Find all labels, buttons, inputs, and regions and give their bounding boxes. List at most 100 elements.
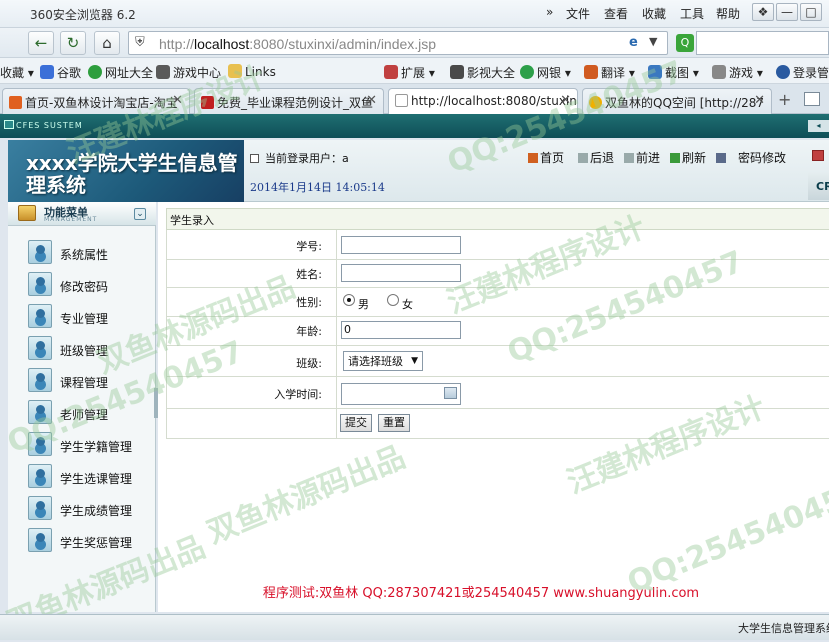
user-icon	[28, 400, 52, 424]
sidebar-item-student-status[interactable]: 学生学籍管理	[28, 432, 148, 456]
fav-item[interactable]: 影视大全	[450, 64, 515, 81]
close-icon[interactable]: ✕	[754, 93, 765, 108]
header-refresh-link[interactable]: 刷新	[670, 149, 706, 166]
browser-tab-active[interactable]: http://localhost:8080/stuxin ✕	[388, 88, 578, 114]
page-icon	[395, 94, 408, 107]
fav-item[interactable]: 网银 ▾	[520, 64, 571, 81]
gamepad-icon	[156, 65, 170, 79]
header-corner-tag: CR	[808, 172, 829, 200]
extension-icon	[384, 65, 398, 79]
home-icon[interactable]: ⌂	[94, 31, 120, 55]
browser-tab[interactable]: 免费_毕业课程范例设计_双鱼 ✕	[194, 88, 384, 114]
refresh-icon[interactable]: ↻	[60, 31, 86, 55]
system-label: CFES SUSTEM	[16, 121, 83, 130]
address-dropdown-icon[interactable]: ▼	[649, 35, 657, 48]
refresh-icon	[670, 153, 680, 163]
browser-nav-bar: ← ↻ ⌂ ⛨ http://localhost:8080/stuxinxi/a…	[0, 28, 829, 58]
fav-item[interactable]: 游戏中心	[156, 64, 221, 81]
menu-file[interactable]: 文件	[566, 5, 590, 22]
current-user: 当前登录用户：a	[250, 150, 349, 166]
search-input[interactable]	[696, 31, 829, 55]
menu-favorites[interactable]: 收藏	[642, 5, 666, 22]
calendar-icon[interactable]	[444, 387, 457, 399]
fav-item[interactable]: 翻译 ▾	[584, 64, 635, 81]
home-icon	[528, 153, 538, 163]
tab-favicon-icon	[201, 96, 214, 109]
address-bar[interactable]: ⛨ http://localhost:8080/stuxinxi/admin/i…	[128, 31, 668, 55]
user-icon	[28, 528, 52, 552]
status-text: 大学生信息管理系统	[738, 622, 829, 635]
menu-more[interactable]: »	[546, 5, 553, 19]
tab-favicon-icon	[9, 96, 22, 109]
age-input[interactable]: 0	[341, 321, 461, 339]
sidebar-item-course-selection[interactable]: 学生选课管理	[28, 464, 148, 488]
gender-female-label: 女	[402, 298, 413, 311]
class-label: 班级:	[296, 357, 322, 370]
user-icon	[28, 272, 52, 296]
sidebar-item-change-password[interactable]: 修改密码	[28, 272, 148, 296]
forward-icon	[624, 153, 634, 163]
favorites-bar: 收藏 ▾ 谷歌 网址大全 游戏中心 Links 扩展 ▾ 影视大全 网银 ▾ 翻…	[0, 58, 829, 84]
menu-tools[interactable]: 工具	[680, 5, 704, 22]
gender-female-radio[interactable]	[387, 294, 399, 306]
back-icon[interactable]: ←	[28, 31, 54, 55]
fav-item[interactable]: 谷歌	[40, 64, 81, 81]
maximize-button[interactable]: □	[800, 3, 822, 21]
close-icon[interactable]: ✕	[560, 93, 571, 108]
collapse-header-icon[interactable]: ◂	[808, 120, 829, 132]
sidebar-item-course[interactable]: 课程管理	[28, 368, 148, 392]
logout-icon[interactable]	[812, 150, 824, 161]
star-icon	[589, 96, 602, 109]
row-divider	[166, 259, 829, 260]
reset-button[interactable]: 重置	[378, 414, 410, 432]
browser-tab[interactable]: 双鱼林的QQ空间 [http://287 ✕	[582, 88, 772, 114]
fav-item[interactable]: 扩展 ▾	[384, 64, 435, 81]
search-engine-icon[interactable]: Q	[676, 34, 694, 52]
address-text[interactable]: http://localhost:8080/stuxinxi/admin/ind…	[159, 36, 436, 52]
menu-help[interactable]: 帮助	[716, 5, 740, 22]
header-back-link[interactable]: 后退	[578, 149, 614, 166]
user-icon	[28, 368, 52, 392]
gender-male-radio[interactable]	[343, 294, 355, 306]
sidebar-item-rewards[interactable]: 学生奖惩管理	[28, 528, 148, 552]
name-input[interactable]	[341, 264, 461, 282]
header-forward-link[interactable]: 前进	[624, 149, 660, 166]
chevron-down-icon[interactable]: ⌄	[134, 208, 146, 220]
menu-view[interactable]: 查看	[604, 5, 628, 22]
minimize-button[interactable]: —	[776, 3, 798, 21]
tab-list-icon[interactable]	[804, 92, 820, 106]
user-icon	[28, 432, 52, 456]
class-select[interactable]: 请选择班级 ▼	[343, 351, 423, 371]
app-title: xxxx学院大学生信息管理系统	[26, 151, 238, 197]
student-no-input[interactable]	[341, 236, 461, 254]
name-label: 姓名:	[296, 268, 322, 281]
test-info-text: 程序测试:双鱼林 QQ:287307421或254540457 www.shua…	[262, 586, 700, 601]
ie-mode-icon[interactable]: e	[629, 35, 638, 50]
new-tab-button[interactable]: +	[778, 90, 791, 109]
row-divider	[166, 345, 829, 346]
fav-item[interactable]: 网址大全	[88, 64, 153, 81]
sidebar-item-teacher[interactable]: 老师管理	[28, 400, 148, 424]
skin-icon[interactable]: ❖	[752, 3, 774, 21]
close-icon[interactable]: ✕	[172, 93, 183, 108]
shield-icon: ⛨	[135, 35, 145, 50]
fav-item[interactable]: 截图 ▾	[648, 64, 699, 81]
fav-item[interactable]: 收藏 ▾	[0, 64, 34, 81]
submit-button[interactable]: 提交	[340, 414, 372, 432]
sidebar-item-system-properties[interactable]: 系统属性	[28, 240, 148, 264]
fav-item[interactable]: Links	[228, 64, 276, 79]
status-bar	[0, 614, 829, 640]
fav-item[interactable]: 游戏 ▾	[712, 64, 763, 81]
sidebar-item-class[interactable]: 班级管理	[28, 336, 148, 360]
browser-tab[interactable]: 首页-双鱼林设计淘宝店-淘宝 ✕	[2, 88, 190, 114]
user-icon	[28, 496, 52, 520]
monitor-icon	[4, 120, 14, 129]
close-icon[interactable]: ✕	[366, 93, 377, 108]
enroll-date-input[interactable]	[341, 383, 461, 405]
sidebar-item-grades[interactable]: 学生成绩管理	[28, 496, 148, 520]
fav-item[interactable]: 登录管家	[776, 64, 829, 81]
header-password-link[interactable]: 密码修改	[716, 149, 786, 166]
sidebar-item-major[interactable]: 专业管理	[28, 304, 148, 328]
header-home-link[interactable]: 首页	[528, 149, 564, 166]
app-top-strip: CFES SUSTEM ◂	[0, 114, 829, 138]
